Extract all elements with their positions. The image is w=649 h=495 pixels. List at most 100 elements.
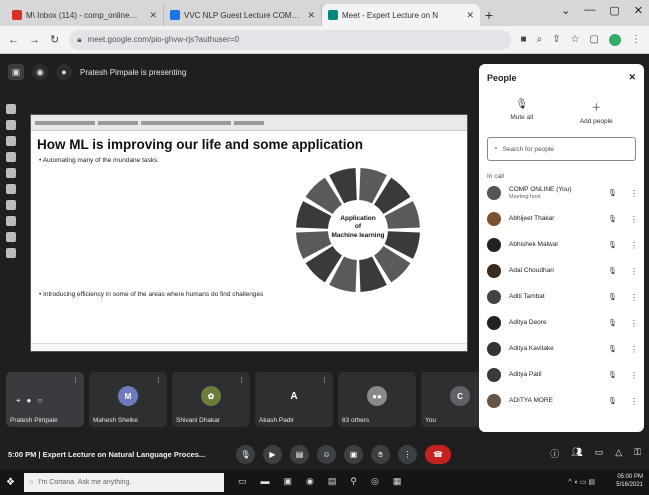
taskbar-apps: ▭ ▬ ▣ ◉ ▤ ⚲ ◎ ▦ xyxy=(238,476,401,487)
toolbar-icon[interactable] xyxy=(6,168,16,178)
leave-call-button[interactable]: ☎ xyxy=(425,445,451,464)
app-icon[interactable]: ▤ xyxy=(328,476,337,487)
tile-presenter[interactable]: ⋮ ⌖●○ Pratesh Pimpale xyxy=(6,372,84,427)
people-icon[interactable]: 👥︎ xyxy=(571,447,582,460)
participant-row[interactable]: Aditi Tambat 🎙︎ ⋮ xyxy=(487,284,638,310)
more-options-icon[interactable]: ⋮ xyxy=(630,345,638,354)
info-icon[interactable]: ⓘ xyxy=(550,447,559,460)
toolbar-icon[interactable] xyxy=(6,104,16,114)
raise-hand-button[interactable]: ✋︎ xyxy=(371,445,390,464)
participant-row[interactable]: Aditya Patil 🎙︎ ⋮ xyxy=(487,362,638,388)
more-options-icon[interactable]: ⋮ xyxy=(630,267,638,276)
more-options-icon[interactable]: ⋮ xyxy=(630,189,638,198)
avatar xyxy=(487,238,501,252)
toolbar-icon[interactable] xyxy=(6,200,16,210)
participant-row[interactable]: ADITYA MORE 🎙︎ ⋮ xyxy=(487,388,638,414)
forward-icon[interactable]: → xyxy=(29,34,40,46)
mic-off-icon[interactable]: 🎙︎ xyxy=(608,189,622,197)
file-explorer-icon[interactable]: ▬ xyxy=(261,476,270,487)
mic-off-icon[interactable]: 🎙︎ xyxy=(608,345,622,353)
add-people-button[interactable]: ＋ Add people xyxy=(580,99,613,125)
chat-icon[interactable]: ▭ xyxy=(595,447,604,460)
emoji-button[interactable]: ☺ xyxy=(317,445,336,464)
app-icon[interactable]: ▦ xyxy=(393,476,402,487)
store-icon[interactable]: ▣ xyxy=(284,476,293,487)
tile-others[interactable]: ●● 83 others xyxy=(338,372,416,427)
star-icon[interactable]: ☆ xyxy=(571,34,580,45)
start-icon[interactable]: ❖ xyxy=(6,477,18,489)
gmail-icon xyxy=(12,10,22,20)
toolbar-icon[interactable] xyxy=(6,136,16,146)
system-tray-icons[interactable]: ^ ◖ ▭ ▤ xyxy=(568,478,595,486)
camera-button[interactable]: ▶ xyxy=(263,445,282,464)
toolbar-icon[interactable] xyxy=(6,232,16,242)
url-field[interactable]: 🔒︎ meet.google.com/pio-ghvw-rjs?authuser… xyxy=(69,29,511,50)
new-tab-button[interactable]: + xyxy=(480,4,498,26)
profile-avatar[interactable] xyxy=(609,33,621,46)
close-icon[interactable]: ✕ xyxy=(307,10,315,21)
toolbar-icon[interactable] xyxy=(6,152,16,162)
participant-row[interactable]: Aditya Kavitake 🎙︎ ⋮ xyxy=(487,336,638,362)
toolbar-icon[interactable] xyxy=(6,184,16,194)
extensions-icon[interactable]: ▢ xyxy=(590,34,599,45)
more-options-button[interactable]: ⋮ xyxy=(398,445,417,464)
mic-off-icon[interactable]: 🎙︎ xyxy=(608,397,622,405)
browser-tab-strip: M\ Inbox (114) - comp_online@mu ✕ VVC NL… xyxy=(0,0,649,26)
participant-row[interactable]: Aditya Deore 🎙︎ ⋮ xyxy=(487,310,638,336)
mic-button[interactable]: 🎙︎ xyxy=(236,445,255,464)
pin-icon[interactable]: ◉ xyxy=(32,64,48,80)
mic-off-icon[interactable]: 🎙︎ xyxy=(608,319,622,327)
participant-row[interactable]: COMP ONLINE (You) Meeting host 🎙︎ ⋮ xyxy=(487,180,638,206)
task-view-icon[interactable]: ▭ xyxy=(238,476,247,487)
more-options-icon[interactable]: ⋮ xyxy=(630,397,638,406)
more-options-icon[interactable]: ⋮ xyxy=(630,371,638,380)
close-icon[interactable]: ✕ xyxy=(466,10,474,21)
clock[interactable]: 05:00 PM 5/16/2021 xyxy=(616,474,643,490)
menu-icon[interactable]: ⋮ xyxy=(631,34,641,45)
toolbar-icon[interactable] xyxy=(6,248,16,258)
chrome-icon[interactable]: ◉ xyxy=(306,476,314,487)
more-options-icon[interactable]: ⋮ xyxy=(630,319,638,328)
mic-off-icon[interactable]: 🎙︎ xyxy=(608,293,622,301)
participant-row[interactable]: Abhijeet Thakar 🎙︎ ⋮ xyxy=(487,206,638,232)
toolbar-icon[interactable] xyxy=(6,120,16,130)
tab-meet[interactable]: Meet - Expert Lecture on N ✕ xyxy=(322,4,480,26)
participant-row[interactable]: Abhishek Malwal 🎙︎ ⋮ xyxy=(487,232,638,258)
toolbar-icon[interactable] xyxy=(6,216,16,226)
more-options-icon[interactable]: ⋮ xyxy=(630,241,638,250)
mic-off-icon[interactable]: 🎙︎ xyxy=(608,267,622,275)
tile-participant[interactable]: ⋮ M Mahesh Shelke xyxy=(89,372,167,427)
close-icon[interactable]: ✕ xyxy=(149,10,157,21)
more-options-icon[interactable]: ⋮ xyxy=(630,215,638,224)
mute-all-button[interactable]: 🎙︎ Mute all xyxy=(510,99,533,125)
maximize-button[interactable]: ▢ xyxy=(609,4,619,17)
tab-gmail[interactable]: M\ Inbox (114) - comp_online@mu ✕ xyxy=(6,4,164,26)
reload-icon[interactable]: ↻ xyxy=(50,33,59,46)
zoom-icon[interactable]: ⌕ xyxy=(537,34,543,45)
tile-participant[interactable]: ⋮ A Akash Padir xyxy=(255,372,333,427)
tab-calendar[interactable]: VVC NLP Guest Lecture COMP A ✕ xyxy=(164,4,322,26)
activities-icon[interactable]: △ xyxy=(615,447,622,460)
participant-row[interactable]: Adal Choudhari 🎙︎ ⋮ xyxy=(487,258,638,284)
host-controls-icon[interactable]: ⚿ xyxy=(634,447,641,460)
share-icon[interactable]: ⇪ xyxy=(552,34,560,45)
tab-search-icon[interactable]: ⌄ xyxy=(561,4,570,17)
layout-icon[interactable]: ▣ xyxy=(8,64,24,80)
app-icon[interactable]: ⚲ xyxy=(350,476,357,487)
close-window-button[interactable]: ✕ xyxy=(634,4,643,17)
present-button[interactable]: ▣ xyxy=(344,445,363,464)
minimize-button[interactable]: — xyxy=(584,4,595,17)
close-icon[interactable]: ✕ xyxy=(628,72,636,83)
captions-button[interactable]: ▤ xyxy=(290,445,309,464)
mic-off-icon[interactable]: 🎙︎ xyxy=(608,215,622,223)
cortana-search-input[interactable]: ○ I'm Cortana. Ask me anything. xyxy=(24,473,224,492)
mic-off-icon[interactable]: 🎙︎ xyxy=(608,241,622,249)
more-options-icon[interactable]: ⋮ xyxy=(630,293,638,302)
back-icon[interactable]: ← xyxy=(8,34,19,46)
tile-participant[interactable]: ⋮ ✿ Shivani Dhakar xyxy=(172,372,250,427)
presenting-text: Pratesh Pimpale is presenting xyxy=(80,67,187,77)
search-people-input[interactable]: ⌕ Search for people xyxy=(487,137,636,161)
camera-icon[interactable]: ■ xyxy=(521,34,527,45)
mic-off-icon[interactable]: 🎙︎ xyxy=(608,371,622,379)
app-icon[interactable]: ◎ xyxy=(371,476,379,487)
